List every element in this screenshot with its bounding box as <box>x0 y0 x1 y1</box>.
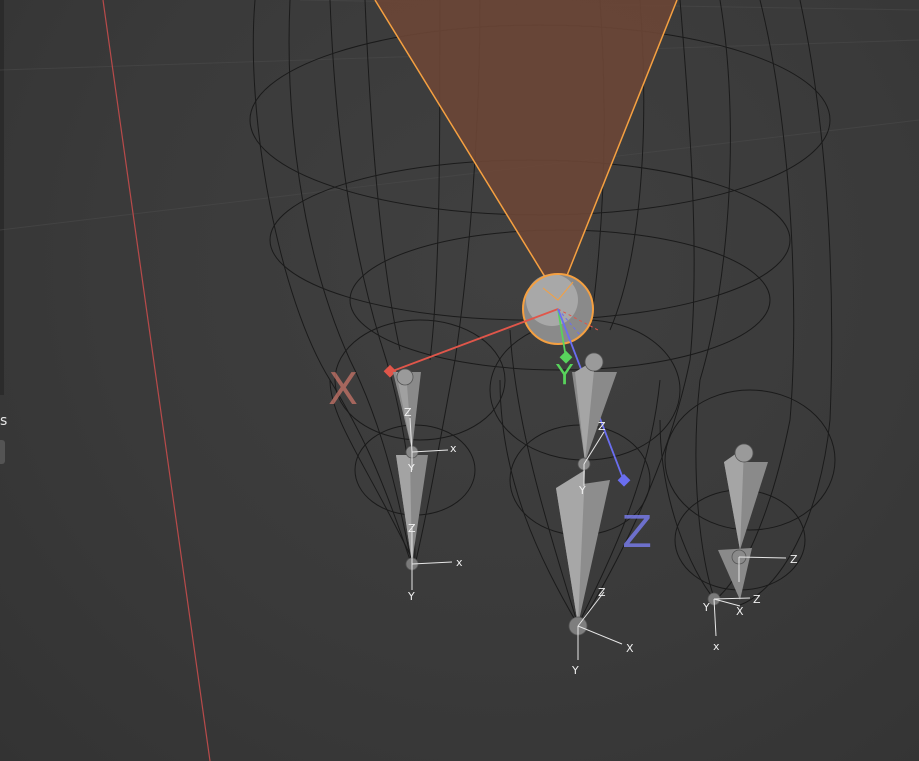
bone4-axis-z: Z <box>598 586 606 599</box>
gizmo-y-label: Y <box>555 358 574 391</box>
gizmo-x-label: X <box>328 364 358 415</box>
bone6-axis-x: X <box>736 605 744 618</box>
bone-chain-left[interactable]: x Z Y x Z Y <box>393 368 463 603</box>
bone3-axis-z: Z <box>598 420 606 433</box>
bone-chain-right[interactable]: Z Z X Y x <box>702 443 798 653</box>
viewport-scene[interactable]: X Y Z x Z Y x Z Y Z Y Z X Y Z Z X Y x <box>0 0 919 761</box>
bone6-axis-y: Y <box>702 601 710 614</box>
3d-viewport[interactable]: s X Y Z x Z Y x Z Y Z Y Z X Y Z Z X Y x <box>0 0 919 761</box>
bone1-axis-x: x <box>450 442 457 455</box>
x-axis-line <box>102 0 211 761</box>
bone1-axis-y: Y <box>407 462 415 475</box>
bone2-axis-z: Z <box>408 522 416 535</box>
bone5-axis-z: Z <box>790 553 798 566</box>
bone6-axis-z: Z <box>753 593 761 606</box>
bone4-axis-x: X <box>626 642 634 655</box>
bone2-axis-y: Y <box>407 590 415 603</box>
bone4-axis-y: Y <box>571 664 579 677</box>
bone1-axis-z: Z <box>404 406 412 419</box>
bone3-axis-y: Y <box>578 484 586 497</box>
gizmo-z-handle[interactable] <box>617 473 631 487</box>
bone6-axis-x-lower: x <box>713 640 720 653</box>
bone2-axis-x: x <box>456 556 463 569</box>
gizmo-z-label: Z <box>622 507 652 558</box>
